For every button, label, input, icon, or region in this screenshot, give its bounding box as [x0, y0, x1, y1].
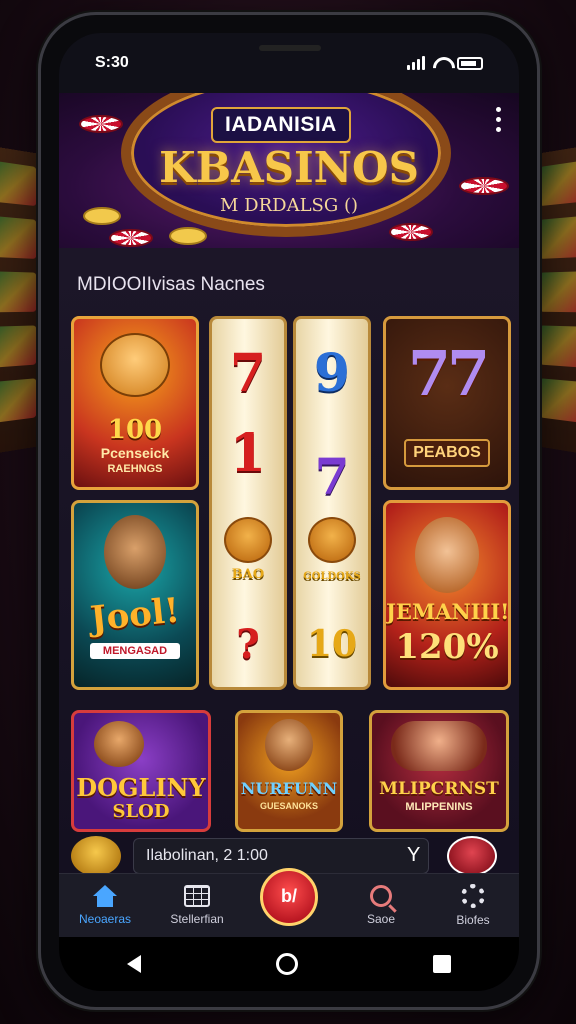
tile-title: Pcenseick — [100, 445, 170, 461]
section-title: MDIOOIIvisas Nacnes — [77, 274, 265, 295]
speaker-notch — [259, 45, 321, 51]
poker-chip-icon — [79, 115, 123, 133]
game-tile-tiger[interactable]: 100 Pcenseick RAEHNGS — [71, 316, 199, 490]
reel-symbol: 10 — [306, 623, 358, 665]
bottom-nav: Neoaeras Stellerfian b/ Saoe Biofes — [59, 867, 519, 937]
reel-symbol: 7 — [229, 343, 267, 404]
tile-subtitle: MLIPPENINS — [405, 801, 473, 813]
system-nav-bar — [59, 937, 519, 991]
wifi-icon — [433, 57, 449, 69]
phone-frame: S:30 IADANISIA KBASINOS M DRDALSG () MDI… — [38, 12, 540, 1010]
recents-icon[interactable] — [433, 955, 452, 973]
game-tile-multiplayer[interactable]: MLIPCRNST MLIPPENINS — [369, 710, 509, 832]
tile-subtitle: GUESANOKS — [259, 801, 318, 811]
strongman-character-icon — [94, 721, 144, 767]
battery-icon — [457, 56, 483, 70]
status-bar: S:30 — [59, 33, 519, 93]
poker-chip-icon — [109, 229, 153, 247]
tile-title: MLIPCRNST — [379, 779, 499, 799]
reel-symbol: 7 — [314, 447, 350, 506]
cat-symbol-icon — [224, 517, 272, 563]
adventurer-character-icon — [104, 515, 166, 589]
tile-title: NURFUNN — [240, 779, 338, 798]
nav-item-home[interactable]: Neoaeras — [62, 885, 148, 926]
home-icon — [93, 885, 117, 907]
slot-reel-1[interactable]: 7 1 BAO ? — [209, 316, 287, 690]
system-home-icon[interactable] — [275, 953, 298, 975]
reel-symbol: 9 — [313, 343, 351, 404]
tile-label: MENGASAD — [90, 643, 180, 659]
calendar-grid-icon — [184, 885, 210, 907]
search-icon — [370, 885, 392, 907]
reel-symbol: 1 — [229, 423, 267, 484]
host-character-icon — [265, 719, 313, 771]
tile-title: JEMANIII! — [386, 599, 510, 624]
brand-subtitle: M DRDALSG () — [220, 195, 358, 216]
tile-number: 100 — [107, 415, 163, 445]
tile-label: PEABOS — [404, 439, 490, 467]
nav-label: Biofes — [456, 913, 490, 927]
nav-item-search[interactable]: Saoe — [338, 885, 424, 926]
nav-item-settings[interactable]: Biofes — [430, 884, 516, 927]
game-tile-sevens[interactable]: 77 PEABOS — [383, 316, 511, 490]
tile-title: DOGLINY — [76, 773, 206, 802]
slot-reel-2[interactable]: 9 7 GOLDOKS 10 — [293, 316, 371, 690]
gear-icon — [461, 884, 485, 908]
reel-symbol-label: BAO — [231, 567, 265, 582]
tile-subtitle: RAEHNGS — [107, 463, 163, 475]
coin-stack-icon[interactable] — [71, 836, 121, 876]
nav-item-schedule[interactable]: Stellerfian — [154, 885, 240, 926]
poker-chip-icon — [389, 223, 433, 241]
games-section: MDIOOIIvisas Nacnes 100 Pcenseick RAEHNG… — [59, 248, 519, 876]
tile-amount: 120% — [395, 627, 499, 667]
cat-symbol-icon — [308, 517, 356, 563]
tile-symbols: 77 — [407, 337, 490, 410]
game-tile-jackpot-woman[interactable]: JEMANIII! 120% — [383, 500, 511, 690]
signal-icon — [407, 56, 425, 70]
game-tile-dogliny-slod[interactable]: DOGLINY SLOD — [71, 710, 211, 832]
woman-character-icon — [415, 517, 479, 593]
casino-banner[interactable]: IADANISIA KBASINOS M DRDALSG () — [59, 93, 519, 248]
nav-label: Saoe — [366, 912, 396, 926]
spin-button-icon: b/ — [260, 867, 318, 926]
poker-chip-button-icon[interactable] — [447, 836, 497, 876]
more-menu-icon[interactable] — [496, 107, 501, 132]
tile-subtitle: SLOD — [112, 801, 170, 822]
status-icons — [407, 56, 483, 70]
tile-title: Jool! — [88, 590, 182, 640]
players-group-icon — [391, 721, 487, 771]
nav-item-spin[interactable]: b/ — [246, 867, 332, 926]
brand-title: KBASINOS — [159, 143, 419, 192]
game-tile-adventurer[interactable]: Jool! MENGASAD — [71, 500, 199, 690]
game-tile-nurfunn[interactable]: NURFUNN GUESANOKS — [235, 710, 343, 832]
gold-coin-icon — [169, 227, 207, 245]
nav-label: Stellerfian — [170, 912, 224, 926]
reel-symbol-label: GOLDOKS — [303, 571, 361, 582]
search-check-mark[interactable]: Y — [407, 844, 420, 867]
reel-symbol: ? — [236, 621, 260, 668]
tiger-character-icon — [100, 333, 170, 397]
back-icon[interactable] — [126, 955, 141, 973]
phone-screen: S:30 IADANISIA KBASINOS M DRDALSG () MDI… — [59, 33, 519, 991]
status-time: S:30 — [95, 54, 129, 71]
brand-tag: IADANISIA — [211, 107, 351, 143]
nav-label: Neoaeras — [78, 912, 132, 926]
